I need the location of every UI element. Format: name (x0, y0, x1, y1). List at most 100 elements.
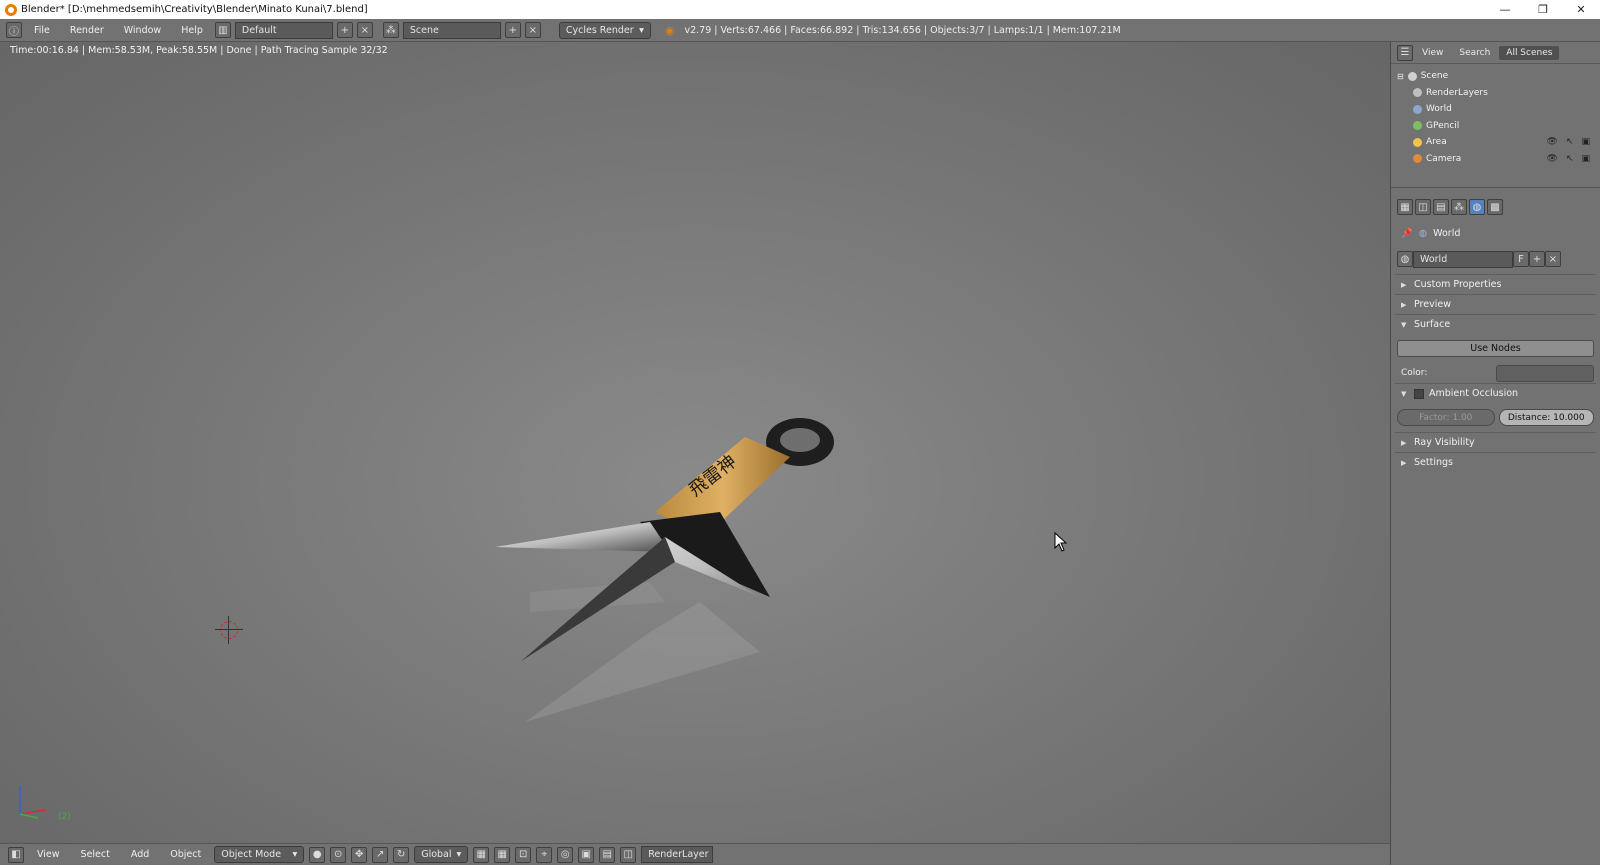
scene-tab-icon[interactable]: ⁂ (1451, 199, 1467, 215)
visibility-eye-icon[interactable]: 👁 (1547, 137, 1558, 147)
world-browse-icon[interactable]: ◍ (1397, 251, 1413, 267)
info-header: ⓘ File Render Window Help ▥ Default + × … (0, 19, 1600, 42)
ao-checkbox[interactable] (1414, 388, 1424, 399)
scene-icon[interactable]: ⁂ (382, 22, 399, 38)
outliner-item-world[interactable]: World (1391, 101, 1600, 118)
add-scene-icon[interactable]: + (504, 22, 521, 38)
remove-layout-icon[interactable]: × (356, 22, 373, 38)
remove-scene-icon[interactable]: × (524, 22, 541, 38)
object-mode-dropdown[interactable]: Object Mode ▾ (214, 846, 305, 863)
visibility-eye-icon[interactable]: 👁 (1547, 154, 1558, 164)
add-layout-icon[interactable]: + (336, 22, 353, 38)
menu-object[interactable]: Object (162, 849, 209, 860)
render-layer-field[interactable]: RenderLayer (641, 846, 714, 863)
outliner-header: ☰ View Search All Scenes (1391, 42, 1600, 64)
panel-custom-properties[interactable]: ▶ Custom Properties (1395, 274, 1596, 294)
render-layer-icon[interactable]: ◫ (620, 846, 637, 863)
ao-distance-slider[interactable]: Distance: 10.000 (1498, 409, 1594, 426)
menu-help[interactable]: Help (173, 25, 211, 36)
close-window-button[interactable]: ✕ (1562, 0, 1600, 19)
editor-type-3d-icon[interactable]: ◧ (8, 846, 24, 863)
tab-all-scenes[interactable]: All Scenes (1499, 45, 1560, 60)
render-info-text: Time:00:16.84 | Mem:58.53M, Peak:58.55M … (10, 45, 388, 56)
properties-editor-icon[interactable]: ▦ (1397, 199, 1413, 215)
layers-grid-icon[interactable]: ▦ (473, 846, 490, 863)
viewport-shading-icon[interactable]: ● (309, 846, 326, 863)
texture-tab-icon[interactable]: ▩ (1487, 199, 1503, 215)
translate-icon[interactable]: ↗ (372, 846, 389, 863)
maximize-button[interactable]: ❐ (1524, 0, 1562, 19)
renderable-camera-icon[interactable]: ▣ (1581, 154, 1590, 164)
layers-grid-icon-2[interactable]: ▦ (494, 846, 511, 863)
render-anim-icon[interactable]: ▤ (599, 846, 616, 863)
tab-search[interactable]: Search (1452, 46, 1497, 60)
renderable-camera-icon[interactable]: ▣ (1581, 137, 1590, 147)
render-layers-tab-icon[interactable]: ▤ (1433, 199, 1449, 215)
outliner-item-gpencil[interactable]: GPencil (1391, 118, 1600, 135)
kunai-reflection (525, 582, 760, 722)
pin-icon[interactable]: 📌 (1401, 228, 1413, 239)
menu-view[interactable]: View (29, 849, 68, 860)
panel-title: Preview (1414, 299, 1451, 310)
panel-surface[interactable]: ▼ Surface (1395, 314, 1596, 334)
panel-ray-visibility[interactable]: ▶ Ray Visibility (1395, 432, 1596, 452)
render-engine-dropdown[interactable]: Cycles Render ▾ (558, 21, 651, 39)
menu-select[interactable]: Select (73, 849, 118, 860)
menu-window[interactable]: Window (116, 25, 169, 36)
panel-title: Ray Visibility (1414, 437, 1475, 448)
transform-orientation-dropdown[interactable]: Global ▾ (414, 846, 469, 863)
menu-file[interactable]: File (26, 25, 58, 36)
blender-logo-icon (5, 3, 17, 16)
world-name-field[interactable]: World (1413, 250, 1513, 268)
collapse-icon[interactable]: ⊟ (1397, 72, 1404, 81)
scene-field[interactable]: Scene (402, 21, 501, 39)
ao-settings-row: Factor: 1.00 Distance: 10.000 (1397, 409, 1594, 426)
collapse-triangle-icon: ▼ (1401, 389, 1407, 398)
menu-render[interactable]: Render (62, 25, 112, 36)
render-image-icon[interactable]: ▣ (578, 846, 595, 863)
selectable-arrow-icon[interactable]: ↖ (1566, 137, 1574, 147)
panel-preview[interactable]: ▶ Preview (1395, 294, 1596, 314)
minimize-button[interactable]: — (1486, 0, 1524, 19)
3d-cursor[interactable] (215, 616, 243, 644)
panel-title: Settings (1414, 457, 1453, 468)
panel-ambient-occlusion[interactable]: ▼ Ambient Occlusion (1395, 383, 1596, 403)
world-color-swatch[interactable] (1496, 364, 1594, 382)
outliner-item-area[interactable]: Area 👁 ↖ ▣ (1391, 134, 1600, 151)
world-datablock-selector[interactable]: ◍ World F + × (1397, 250, 1594, 268)
proportional-edit-icon[interactable]: ◎ (557, 846, 574, 863)
snap-icon[interactable]: ⌖ (536, 846, 553, 863)
expand-triangle-icon: ▶ (1401, 280, 1407, 289)
render-tab-icon[interactable]: ◫ (1415, 199, 1431, 215)
3d-viewport[interactable]: Time:00:16.84 | Mem:58.53M, Peak:58.55M … (0, 42, 1390, 843)
rotate-icon[interactable]: ↻ (393, 846, 410, 863)
screen-layout-field[interactable]: Default (234, 21, 333, 39)
use-nodes-button[interactable]: Use Nodes (1397, 340, 1594, 357)
unlink-world-icon[interactable]: × (1545, 251, 1561, 267)
outliner-editor-icon[interactable]: ☰ (1397, 44, 1413, 61)
screen-layout-icon[interactable]: ▥ (214, 22, 231, 38)
pivot-point-icon[interactable]: ⊙ (330, 846, 347, 863)
new-world-icon[interactable]: + (1529, 251, 1545, 267)
world-icon (1413, 104, 1422, 114)
window-title: Blender* [D:\mehmedsemih\Creativity\Blen… (21, 4, 368, 15)
outliner-label: Area (1426, 137, 1447, 148)
orientation-label: Global (421, 849, 452, 860)
menu-add[interactable]: Add (123, 849, 157, 860)
manipulator-icon[interactable]: ✥ (351, 846, 368, 863)
mouse-pointer-icon (1054, 532, 1068, 552)
ao-factor-slider[interactable]: Factor: 1.00 (1397, 409, 1495, 426)
outliner-item-camera[interactable]: Camera 👁 ↖ ▣ (1391, 151, 1600, 168)
world-tab-icon[interactable]: ◍ (1469, 199, 1485, 215)
scene-icon (1407, 71, 1417, 81)
color-label: Color: (1401, 368, 1428, 378)
world-color-row: Color: (1395, 363, 1596, 383)
fake-user-button[interactable]: F (1513, 251, 1529, 267)
outliner-item-scene[interactable]: ⊟ Scene (1391, 68, 1600, 85)
tab-view[interactable]: View (1415, 46, 1450, 60)
selectable-arrow-icon[interactable]: ↖ (1566, 154, 1574, 164)
editor-type-info-icon[interactable]: ⓘ (6, 22, 22, 38)
lock-camera-icon[interactable]: ⊡ (515, 846, 532, 863)
outliner-item-renderlayers[interactable]: RenderLayers (1391, 85, 1600, 102)
panel-settings[interactable]: ▶ Settings (1395, 452, 1596, 472)
